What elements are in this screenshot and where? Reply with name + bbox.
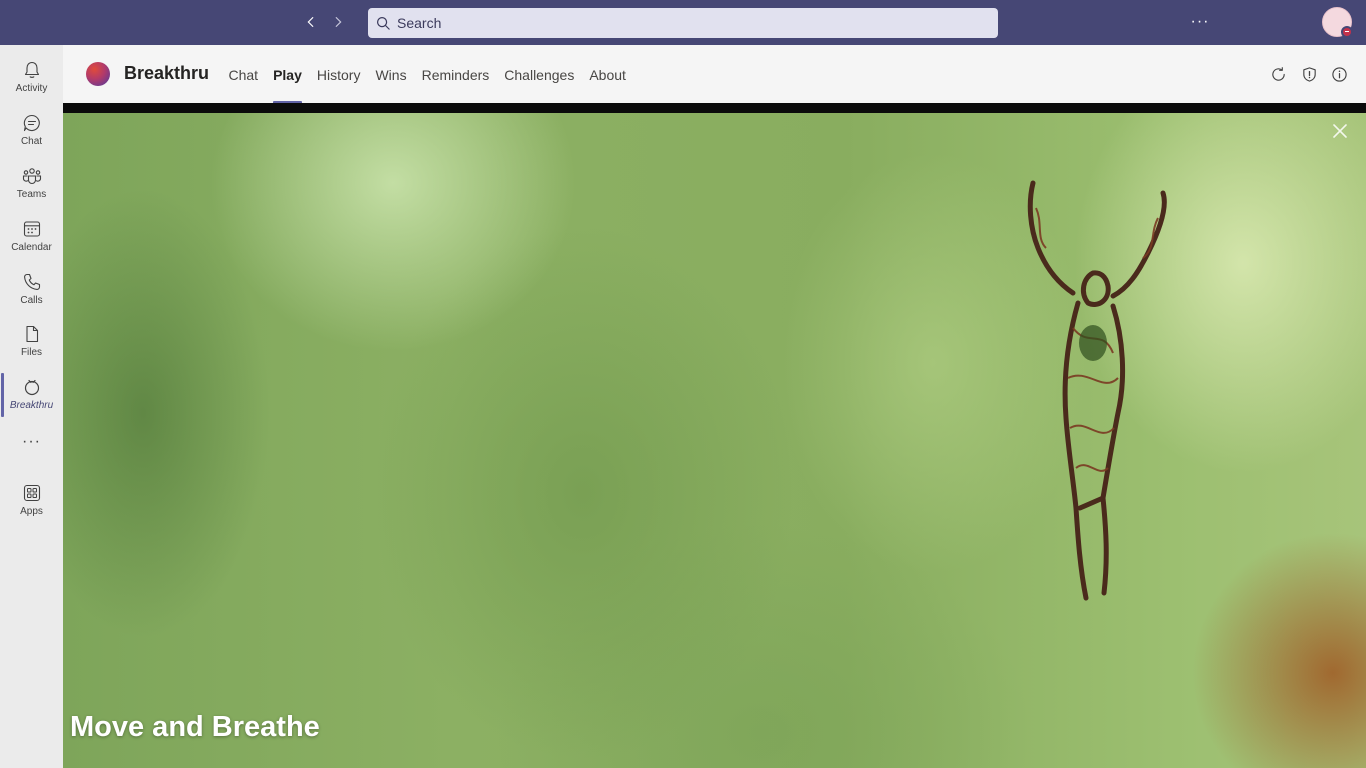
app-title: Breakthru bbox=[124, 63, 210, 83]
more-options-button[interactable]: ··· bbox=[1188, 12, 1212, 32]
rail-item-label: Teams bbox=[16, 189, 47, 200]
rail-item-teams[interactable]: Teams bbox=[0, 158, 63, 208]
app-header: Breakthru Chat Play History Wins Reminde… bbox=[63, 45, 1366, 104]
search-input[interactable] bbox=[397, 15, 977, 31]
presence-busy-badge bbox=[1341, 26, 1353, 38]
bell-icon bbox=[24, 61, 39, 78]
info-icon bbox=[1331, 66, 1347, 82]
tab-play[interactable]: Play bbox=[266, 46, 310, 104]
breakthru-icon bbox=[24, 379, 39, 396]
forward-button[interactable] bbox=[327, 11, 349, 33]
teams-icon bbox=[22, 168, 41, 185]
tab-wins[interactable]: Wins bbox=[368, 46, 414, 104]
rail-item-files[interactable]: Files bbox=[0, 316, 63, 366]
rail-item-label: Files bbox=[20, 347, 43, 358]
activity-title: Move and Breathe bbox=[70, 711, 320, 743]
file-icon bbox=[25, 325, 38, 343]
apps-icon bbox=[23, 484, 40, 502]
title-bar: ··· bbox=[0, 0, 1366, 45]
breakthru-logo bbox=[86, 62, 110, 86]
chevron-left-icon bbox=[307, 17, 314, 27]
app-tabs: Chat Play History Wins Reminders Challen… bbox=[221, 45, 634, 104]
tab-about[interactable]: About bbox=[582, 46, 634, 104]
search-box[interactable] bbox=[368, 8, 998, 38]
tab-challenges[interactable]: Challenges bbox=[497, 46, 582, 104]
refresh-icon bbox=[1271, 66, 1285, 81]
chat-icon bbox=[23, 114, 40, 132]
tab-reminders[interactable]: Reminders bbox=[414, 46, 497, 104]
phone-icon bbox=[23, 273, 40, 290]
info-button[interactable] bbox=[1329, 64, 1349, 84]
rail-item-apps[interactable]: Apps bbox=[0, 475, 63, 525]
rail-item-label: Apps bbox=[20, 506, 43, 517]
rail-item-calls[interactable]: Calls bbox=[0, 264, 63, 314]
video-top-bar bbox=[63, 103, 1366, 113]
rail-more-button[interactable]: ··· bbox=[0, 427, 63, 457]
rail-item-chat[interactable]: Chat bbox=[0, 105, 63, 155]
rail-item-label: Chat bbox=[20, 136, 43, 147]
tab-history[interactable]: History bbox=[309, 46, 368, 104]
privacy-button[interactable] bbox=[1299, 64, 1319, 84]
rail-item-label: Calendar bbox=[11, 242, 52, 253]
rail-item-breakthru[interactable]: Breakthru bbox=[0, 369, 63, 419]
rail-item-calendar[interactable]: Calendar bbox=[0, 211, 63, 261]
chevron-right-icon bbox=[335, 17, 342, 27]
calendar-icon bbox=[23, 221, 40, 237]
app-rail: Activity Chat Teams Calendar Calls Files… bbox=[0, 45, 63, 768]
refresh-button[interactable] bbox=[1268, 64, 1288, 84]
shield-icon bbox=[1302, 66, 1316, 82]
close-icon[interactable] bbox=[1332, 123, 1348, 139]
back-button[interactable] bbox=[300, 11, 322, 33]
rail-item-label: Calls bbox=[20, 295, 43, 306]
rail-item-label: Activity bbox=[15, 83, 48, 94]
rail-item-activity[interactable]: Activity bbox=[0, 52, 63, 102]
tab-chat[interactable]: Chat bbox=[221, 46, 266, 104]
play-stage: Move and Breathe bbox=[63, 113, 1366, 768]
search-icon bbox=[376, 16, 390, 30]
rail-item-label: Breakthru bbox=[9, 400, 54, 411]
stretching-figure-illustration bbox=[1027, 180, 1167, 601]
